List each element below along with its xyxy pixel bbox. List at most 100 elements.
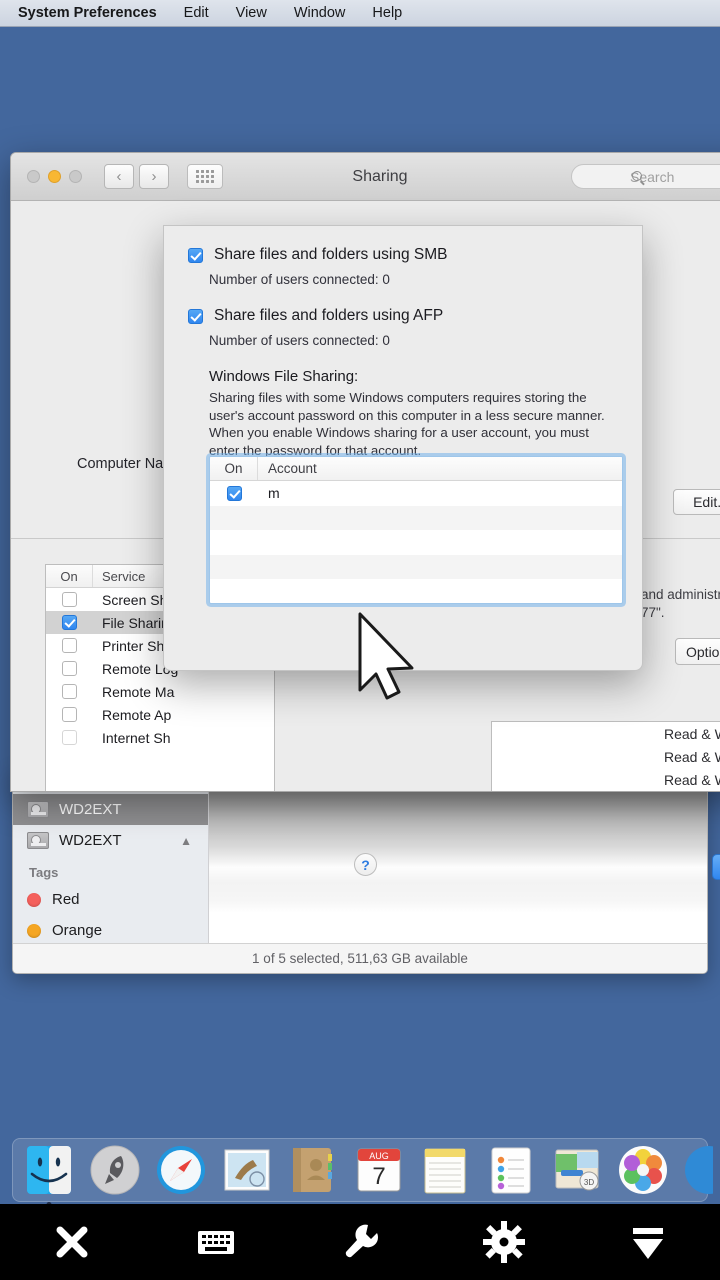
- sidebar-item-tag-orange[interactable]: Orange: [13, 915, 208, 946]
- permission-row-0[interactable]: Read & W: [492, 722, 720, 745]
- smb-checkbox[interactable]: [188, 247, 203, 263]
- account-col-account: Account: [268, 461, 317, 476]
- keyboard-icon[interactable]: [188, 1219, 244, 1265]
- finder-status-bar: 1 of 5 selected, 511,63 GB available: [13, 943, 707, 973]
- service-checkbox[interactable]: [62, 661, 77, 676]
- dock-item-reminders[interactable]: [481, 1140, 541, 1200]
- nav-buttons: ‹ ›: [104, 164, 169, 189]
- account-row-2[interactable]: [210, 530, 622, 555]
- edit-computer-name-button[interactable]: Edit...: [673, 489, 720, 515]
- dock-item-contacts[interactable]: [283, 1140, 343, 1200]
- afp-checkbox-row[interactable]: Share files and folders using AFP: [164, 307, 642, 325]
- forward-button[interactable]: ›: [139, 164, 169, 189]
- service-checkbox[interactable]: [62, 684, 77, 699]
- smb-label: Share files and folders using SMB: [214, 246, 448, 263]
- dock-item-finder[interactable]: [19, 1140, 79, 1207]
- dock-item-overflow[interactable]: [679, 1140, 713, 1200]
- service-row-5[interactable]: Remote Ap: [46, 703, 274, 726]
- screen: System Preferences Edit View Window Help…: [0, 0, 720, 1280]
- dock-item-photos[interactable]: [613, 1140, 673, 1200]
- account-checkbox[interactable]: [226, 485, 242, 501]
- service-checkbox-cell: [46, 592, 93, 607]
- service-checkbox-cell: [46, 730, 93, 745]
- permission-row-3[interactable]: Read Only: [492, 791, 720, 792]
- afp-checkbox[interactable]: [188, 308, 203, 324]
- dock-item-calendar[interactable]: AUG 7: [349, 1140, 409, 1200]
- finder-status-text: 1 of 5 selected, 511,63 GB available: [252, 951, 468, 966]
- dock-item-maps[interactable]: 3D: [547, 1140, 607, 1200]
- permission-row-1[interactable]: Read & W: [492, 745, 720, 768]
- sidebar-item-label: WD2EXT: [59, 832, 122, 849]
- mouse-cursor: [356, 612, 422, 709]
- sharing-info-line-1: and administr: [641, 587, 720, 602]
- service-name-label: Internet Sh: [102, 729, 171, 746]
- file-sharing-options-sheet[interactable]: Share files and folders using SMB Number…: [163, 225, 720, 880]
- windows-file-sharing-heading: Windows File Sharing:: [209, 368, 359, 385]
- dock-item-launchpad[interactable]: [85, 1140, 145, 1200]
- service-checkbox[interactable]: [62, 730, 77, 745]
- menu-item-system-preferences[interactable]: System Preferences: [18, 5, 157, 21]
- account-row-1[interactable]: [210, 505, 622, 530]
- account-row-3[interactable]: [210, 554, 622, 579]
- close-icon[interactable]: [44, 1219, 100, 1265]
- zoom-window-button[interactable]: [69, 170, 82, 183]
- close-window-button[interactable]: [27, 170, 40, 183]
- account-col-on: On: [210, 457, 258, 480]
- service-checkbox[interactable]: [62, 707, 77, 722]
- account-row-4[interactable]: [210, 579, 622, 603]
- service-checkbox[interactable]: [62, 592, 77, 607]
- afp-users-connected: Number of users connected: 0: [209, 333, 390, 348]
- settings-gear-icon[interactable]: [476, 1219, 532, 1265]
- user-permissions-table[interactable]: Read & WRead & WRead & WRead Only: [491, 721, 720, 792]
- finder-file-list[interactable]: [209, 792, 707, 943]
- dock-item-safari[interactable]: [151, 1140, 211, 1200]
- options-button[interactable]: Optio: [675, 638, 720, 665]
- account-checkbox-cell: [210, 485, 258, 501]
- wrench-icon[interactable]: [332, 1219, 388, 1265]
- service-name-label: Remote Ap: [102, 706, 172, 723]
- collapse-down-icon[interactable]: [620, 1219, 676, 1265]
- sidebar-item-wd2ext-2[interactable]: WD2EXT ▲: [13, 825, 208, 856]
- dock-item-notes[interactable]: [415, 1140, 475, 1200]
- back-button[interactable]: ‹: [104, 164, 134, 189]
- finder-sidebar[interactable]: WD2EXT WD2EXT ▲ Tags Red Orange: [13, 792, 209, 943]
- hard-drive-icon: [27, 801, 49, 818]
- menu-item-view[interactable]: View: [236, 5, 267, 21]
- done-button[interactable]: Done: [712, 854, 720, 880]
- window-traffic-lights: [27, 170, 82, 183]
- svg-text:7: 7: [372, 1163, 385, 1190]
- tag-color-dot-red: [27, 892, 41, 907]
- sidebar-item-label: WD2EXT: [59, 801, 122, 818]
- bottom-toolbar[interactable]: [0, 1204, 720, 1280]
- service-row-4[interactable]: Remote Ma: [46, 680, 274, 703]
- service-checkbox-cell: [46, 638, 93, 653]
- window-titlebar: ‹ › Sharing Search: [11, 153, 720, 201]
- search-icon: [632, 171, 642, 181]
- service-checkbox-cell: [46, 615, 93, 630]
- smb-checkbox-row[interactable]: Share files and folders using SMB: [164, 246, 642, 264]
- sidebar-item-wd2ext-1[interactable]: WD2EXT: [13, 794, 208, 825]
- svg-text:3D: 3D: [584, 1178, 594, 1187]
- show-all-grid-icon[interactable]: [187, 164, 223, 189]
- dock[interactable]: AUG 7 3D: [12, 1138, 713, 1207]
- dock-item-mail[interactable]: [217, 1140, 277, 1200]
- account-table[interactable]: On Account m: [209, 456, 623, 604]
- permission-row-2[interactable]: Read & W: [492, 768, 720, 791]
- tag-color-dot-orange: [27, 923, 41, 938]
- eject-icon[interactable]: ▲: [180, 834, 192, 848]
- sharing-info-line-2: 77".: [641, 605, 665, 620]
- menu-item-edit[interactable]: Edit: [184, 5, 209, 21]
- help-button[interactable]: ?: [354, 853, 377, 876]
- afp-label: Share files and folders using AFP: [214, 307, 444, 324]
- windows-file-sharing-description: Sharing files with some Windows computer…: [209, 390, 605, 459]
- sidebar-item-tag-red[interactable]: Red: [13, 884, 208, 915]
- account-row-0[interactable]: m: [210, 481, 622, 506]
- menu-item-window[interactable]: Window: [294, 5, 346, 21]
- service-checkbox[interactable]: [62, 615, 77, 630]
- minimize-window-button[interactable]: [48, 170, 61, 183]
- permission-rows: Read & WRead & WRead & WRead Only: [492, 722, 720, 792]
- menu-item-help[interactable]: Help: [372, 5, 402, 21]
- service-row-6[interactable]: Internet Sh: [46, 726, 274, 749]
- search-input[interactable]: Search: [571, 164, 720, 189]
- service-checkbox[interactable]: [62, 638, 77, 653]
